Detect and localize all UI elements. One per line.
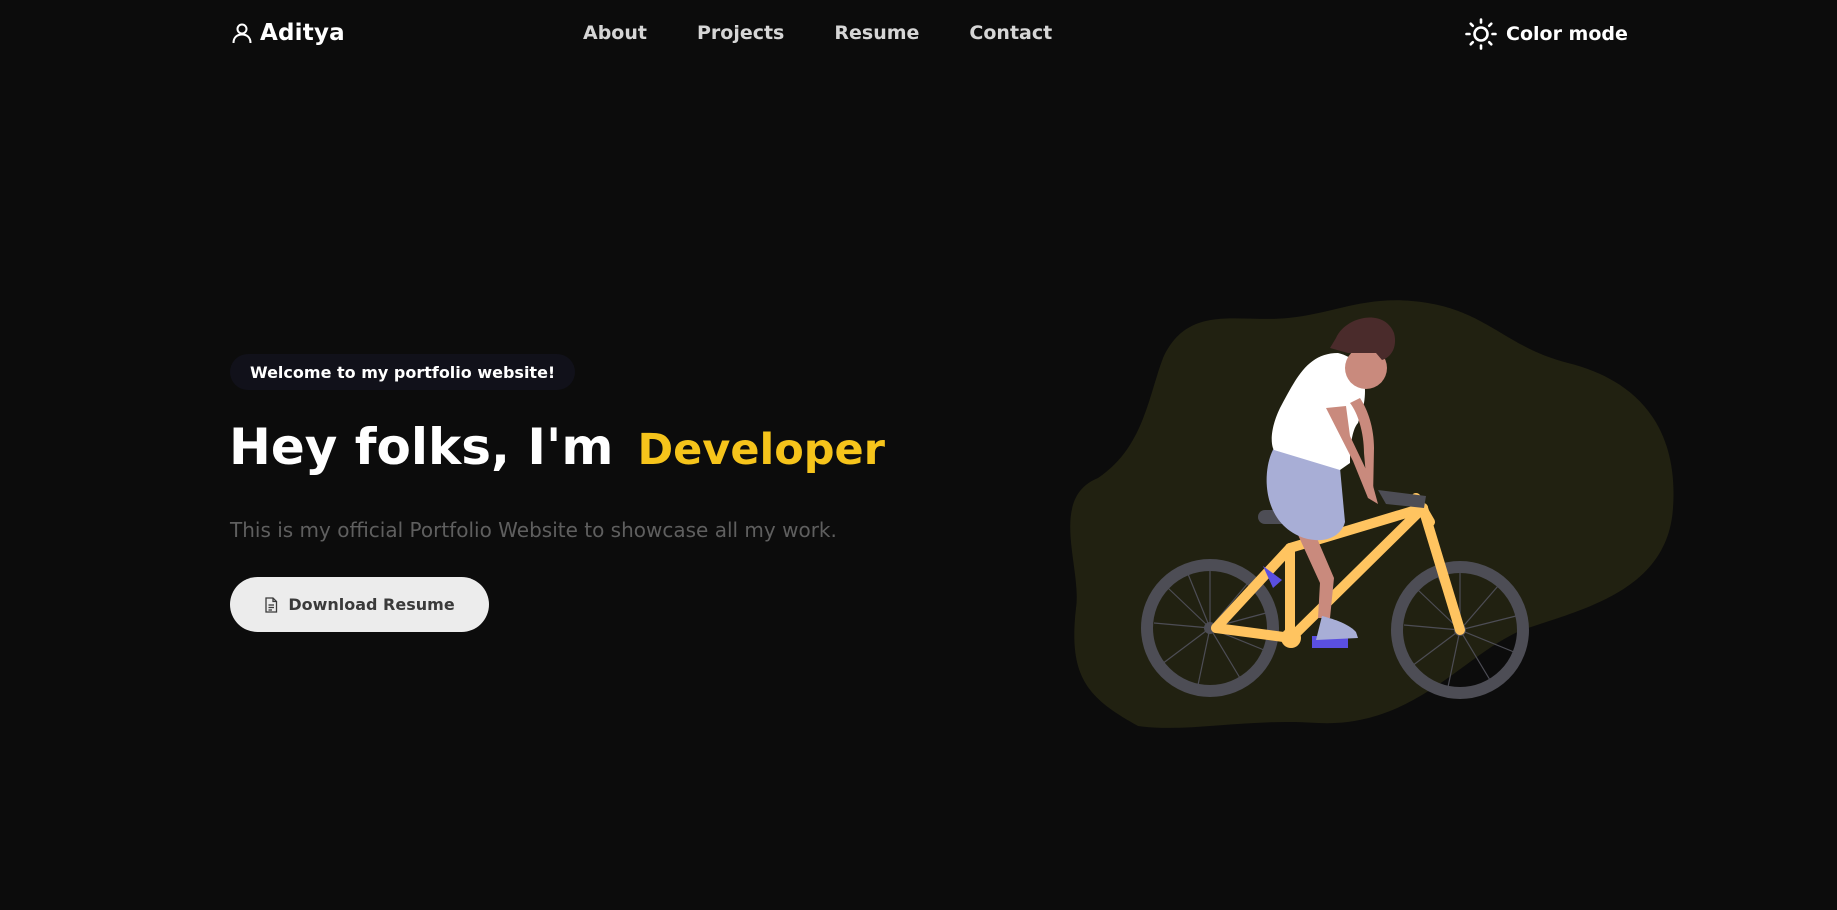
nav-link-contact[interactable]: Contact — [969, 22, 1052, 44]
color-mode-label: Color mode — [1506, 23, 1628, 45]
headline-role: Developer — [637, 425, 885, 475]
sun-icon — [1464, 17, 1498, 51]
nav-link-about[interactable]: About — [583, 22, 647, 44]
color-mode-toggle[interactable]: Color mode — [1464, 17, 1628, 51]
welcome-badge: Welcome to my portfolio website! — [230, 354, 576, 390]
headline-main: Hey folks, I'm — [229, 418, 614, 476]
hero-illustration — [1068, 298, 1678, 728]
document-icon — [264, 596, 278, 613]
welcome-badge-text: Welcome to my portfolio website! — [250, 362, 556, 382]
download-resume-label: Download Resume — [288, 595, 455, 614]
nav-link-resume[interactable]: Resume — [834, 22, 919, 44]
hero-subtitle: This is my official Portfolio Website to… — [230, 518, 837, 542]
navbar: Aditya About Projects Resume Contact Col… — [0, 0, 1837, 70]
hero-headline: Hey folks, I'm Developer — [229, 418, 885, 476]
user-icon — [230, 21, 254, 45]
crank — [1281, 628, 1301, 648]
nav-links: About Projects Resume Contact — [583, 22, 1102, 44]
page: Aditya About Projects Resume Contact Col… — [0, 0, 1837, 910]
download-resume-button[interactable]: Download Resume — [230, 577, 489, 632]
brand-link[interactable]: Aditya — [230, 20, 345, 46]
brand-name: Aditya — [260, 20, 345, 46]
nav-link-projects[interactable]: Projects — [697, 22, 784, 44]
